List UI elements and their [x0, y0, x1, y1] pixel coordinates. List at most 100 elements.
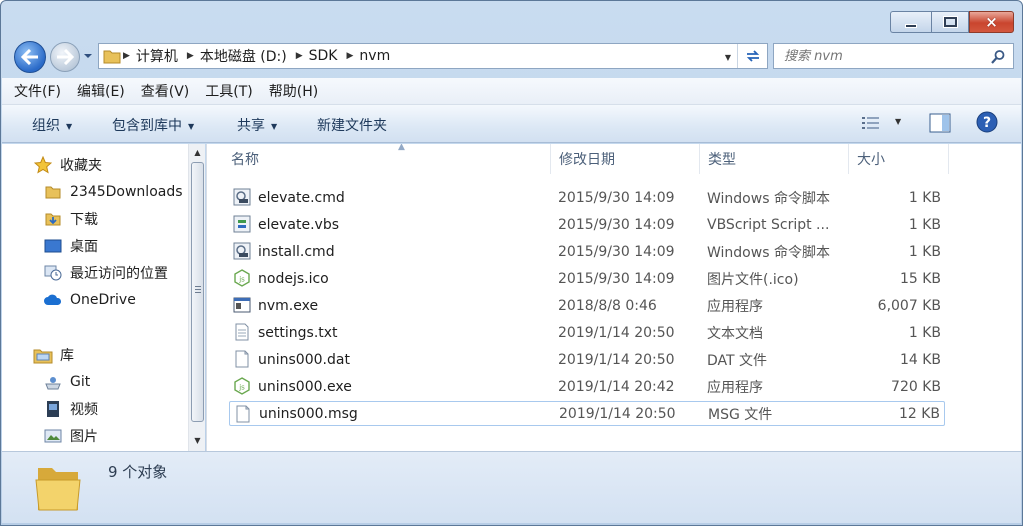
nav-item-git[interactable]: Git — [43, 371, 90, 393]
nav-scrollbar[interactable]: ▲ ▼ — [188, 144, 205, 451]
file-name: install.cmd — [258, 243, 335, 260]
menu-tools[interactable]: 工具(T) — [205, 81, 252, 101]
file-row[interactable]: elevate.cmd 2015/9/30 14:09 Windows 命令脚本 1 … — [229, 185, 945, 210]
scroll-down-icon[interactable]: ▼ — [189, 432, 205, 449]
scroll-up-icon[interactable]: ▲ — [189, 144, 205, 161]
file-type: 应用程序 — [707, 379, 763, 396]
include-library-button[interactable]: 包含到库中 ▼ — [112, 115, 194, 135]
crumb-drive[interactable]: 本地磁盘 (D:) — [197, 44, 294, 68]
search-icon[interactable] — [990, 49, 1006, 65]
text-file-icon — [233, 323, 251, 341]
chevron-right-icon[interactable]: ▶ — [185, 51, 197, 61]
command-bar: 组织 ▼ 包含到库中 ▼ 共享 ▼ 新建文件夹 ▼ ? — [2, 105, 1021, 143]
close-button[interactable]: × — [969, 11, 1014, 33]
column-header-modified[interactable]: 修改日期 — [551, 144, 700, 174]
organize-button[interactable]: 组织 ▼ — [32, 115, 72, 135]
file-row[interactable]: install.cmd 2015/9/30 14:09 Windows 命令脚本 1 … — [229, 239, 945, 264]
chevron-right-icon[interactable]: ▶ — [294, 51, 306, 61]
file-name: nvm.exe — [258, 297, 319, 314]
view-options-button[interactable] — [861, 115, 881, 135]
help-button[interactable]: ? — [976, 111, 998, 137]
explorer-window: × ▶ 计算机 ▶ 本地磁盘 (D:) ▶ SDK ▶ nvm ▼ 文件(F) … — [0, 0, 1023, 526]
crumb-sdk[interactable]: SDK — [306, 44, 345, 68]
nav-item-label: 图片 — [70, 429, 98, 445]
nav-item-label: 2345Downloads — [70, 184, 183, 200]
file-modified: 2019/1/14 20:42 — [558, 378, 675, 395]
search-input[interactable] — [782, 47, 987, 65]
share-button[interactable]: 共享 ▼ — [237, 115, 277, 135]
file-modified: 2018/8/8 0:46 — [558, 297, 657, 314]
chevron-down-icon: ▼ — [271, 121, 278, 131]
nav-favorites[interactable]: 收藏夹 — [33, 154, 102, 176]
view-dropdown-icon[interactable]: ▼ — [895, 117, 901, 126]
column-header-name[interactable]: 名称 ▲ — [223, 144, 551, 174]
preview-pane-button[interactable] — [929, 113, 951, 137]
nav-onedrive[interactable]: OneDrive — [43, 289, 136, 311]
refresh-button[interactable] — [737, 44, 767, 68]
nav-item-pictures[interactable]: 图片 — [43, 425, 98, 447]
menu-view[interactable]: 查看(V) — [141, 81, 190, 101]
chevron-right-icon[interactable]: ▶ — [345, 51, 357, 61]
nav-libraries[interactable]: 库 — [33, 344, 74, 366]
recent-pages-dropdown[interactable] — [83, 51, 93, 61]
file-modified: 2019/1/14 20:50 — [558, 351, 675, 368]
maximize-button[interactable] — [931, 11, 969, 33]
blank-file-icon — [234, 405, 252, 423]
video-icon — [43, 400, 63, 418]
file-name: unins000.msg — [259, 405, 358, 422]
column-header-size[interactable]: 大小 — [849, 144, 949, 174]
menu-bar: 文件(F) 编辑(E) 查看(V) 工具(T) 帮助(H) — [2, 78, 1021, 105]
menu-help[interactable]: 帮助(H) — [269, 81, 318, 101]
file-row[interactable]: unins000.dat 2019/1/14 20:50 DAT 文件 14 KB — [229, 347, 945, 372]
file-row[interactable]: nvm.exe 2018/8/8 0:46 应用程序 6,007 KB — [229, 293, 945, 318]
file-name: nodejs.ico — [258, 270, 329, 287]
file-row[interactable]: settings.txt 2019/1/14 20:50 文本文档 1 KB — [229, 320, 945, 345]
include-library-label: 包含到库中 — [112, 118, 182, 134]
chevron-down-icon: ▼ — [188, 121, 195, 131]
address-dropdown-icon[interactable]: ▼ — [725, 53, 731, 62]
vbs-script-icon — [233, 215, 251, 233]
crumb-computer[interactable]: 计算机 — [133, 44, 185, 68]
minimize-button[interactable] — [890, 11, 931, 33]
file-modified: 2019/1/14 20:50 — [559, 405, 676, 422]
file-row[interactable]: elevate.vbs 2015/9/30 14:09 VBScript Scrip… — [229, 212, 945, 237]
status-bar: 9 个对象 — [2, 451, 1021, 523]
forward-button[interactable] — [50, 42, 80, 72]
menu-edit[interactable]: 编辑(E) — [77, 81, 125, 101]
file-row[interactable]: js nodejs.ico 2015/9/30 14:09 图片文件(.ico) 15 … — [229, 266, 945, 291]
crumb-label: SDK — [308, 48, 338, 64]
address-folder-icon — [99, 44, 121, 68]
file-name: unins000.exe — [258, 378, 352, 395]
menu-file[interactable]: 文件(F) — [14, 81, 61, 101]
crumb-nvm[interactable]: nvm — [356, 44, 397, 68]
crumb-label: 计算机 — [135, 49, 178, 65]
cmd-script-icon — [233, 242, 251, 260]
nav-item-recent-places[interactable]: 最近访问的位置 — [43, 262, 168, 284]
folder-icon — [43, 183, 63, 201]
file-list: 名称 ▲ 修改日期 类型 大小 elevate.cmd 2015/9/30 14:… — [206, 144, 1021, 451]
file-row[interactable]: js unins000.exe 2019/1/14 20:42 应用程序 720 KB — [229, 374, 945, 399]
nav-item-label: 下载 — [70, 212, 98, 228]
file-row[interactable]: unins000.msg 2019/1/14 20:50 MSG 文件 12 KB — [229, 401, 945, 426]
chevron-right-icon[interactable]: ▶ — [121, 51, 133, 61]
nav-item-2345downloads[interactable]: 2345Downloads — [43, 181, 183, 203]
nav-item-videos[interactable]: 视频 — [43, 398, 98, 420]
column-name-label: 名称 — [231, 152, 259, 168]
arrow-left-icon — [21, 49, 38, 65]
back-button[interactable] — [14, 41, 46, 73]
scrollbar-thumb[interactable] — [191, 162, 204, 422]
downloads-folder-icon — [43, 210, 63, 228]
file-modified: 2015/9/30 14:09 — [558, 243, 675, 260]
nav-item-desktop[interactable]: 桌面 — [43, 235, 98, 257]
address-bar[interactable]: ▶ 计算机 ▶ 本地磁盘 (D:) ▶ SDK ▶ nvm ▼ — [98, 43, 768, 69]
nav-item-downloads[interactable]: 下载 — [43, 208, 98, 230]
search-box[interactable] — [773, 43, 1014, 69]
column-header-type[interactable]: 类型 — [700, 144, 849, 174]
exe-icon — [233, 296, 251, 314]
recent-places-icon — [43, 264, 63, 282]
new-folder-button[interactable]: 新建文件夹 — [317, 115, 387, 135]
details-view-icon — [862, 117, 879, 129]
desktop-icon — [43, 237, 63, 255]
grip-icon — [195, 286, 201, 295]
column-modified-label: 修改日期 — [559, 152, 615, 168]
